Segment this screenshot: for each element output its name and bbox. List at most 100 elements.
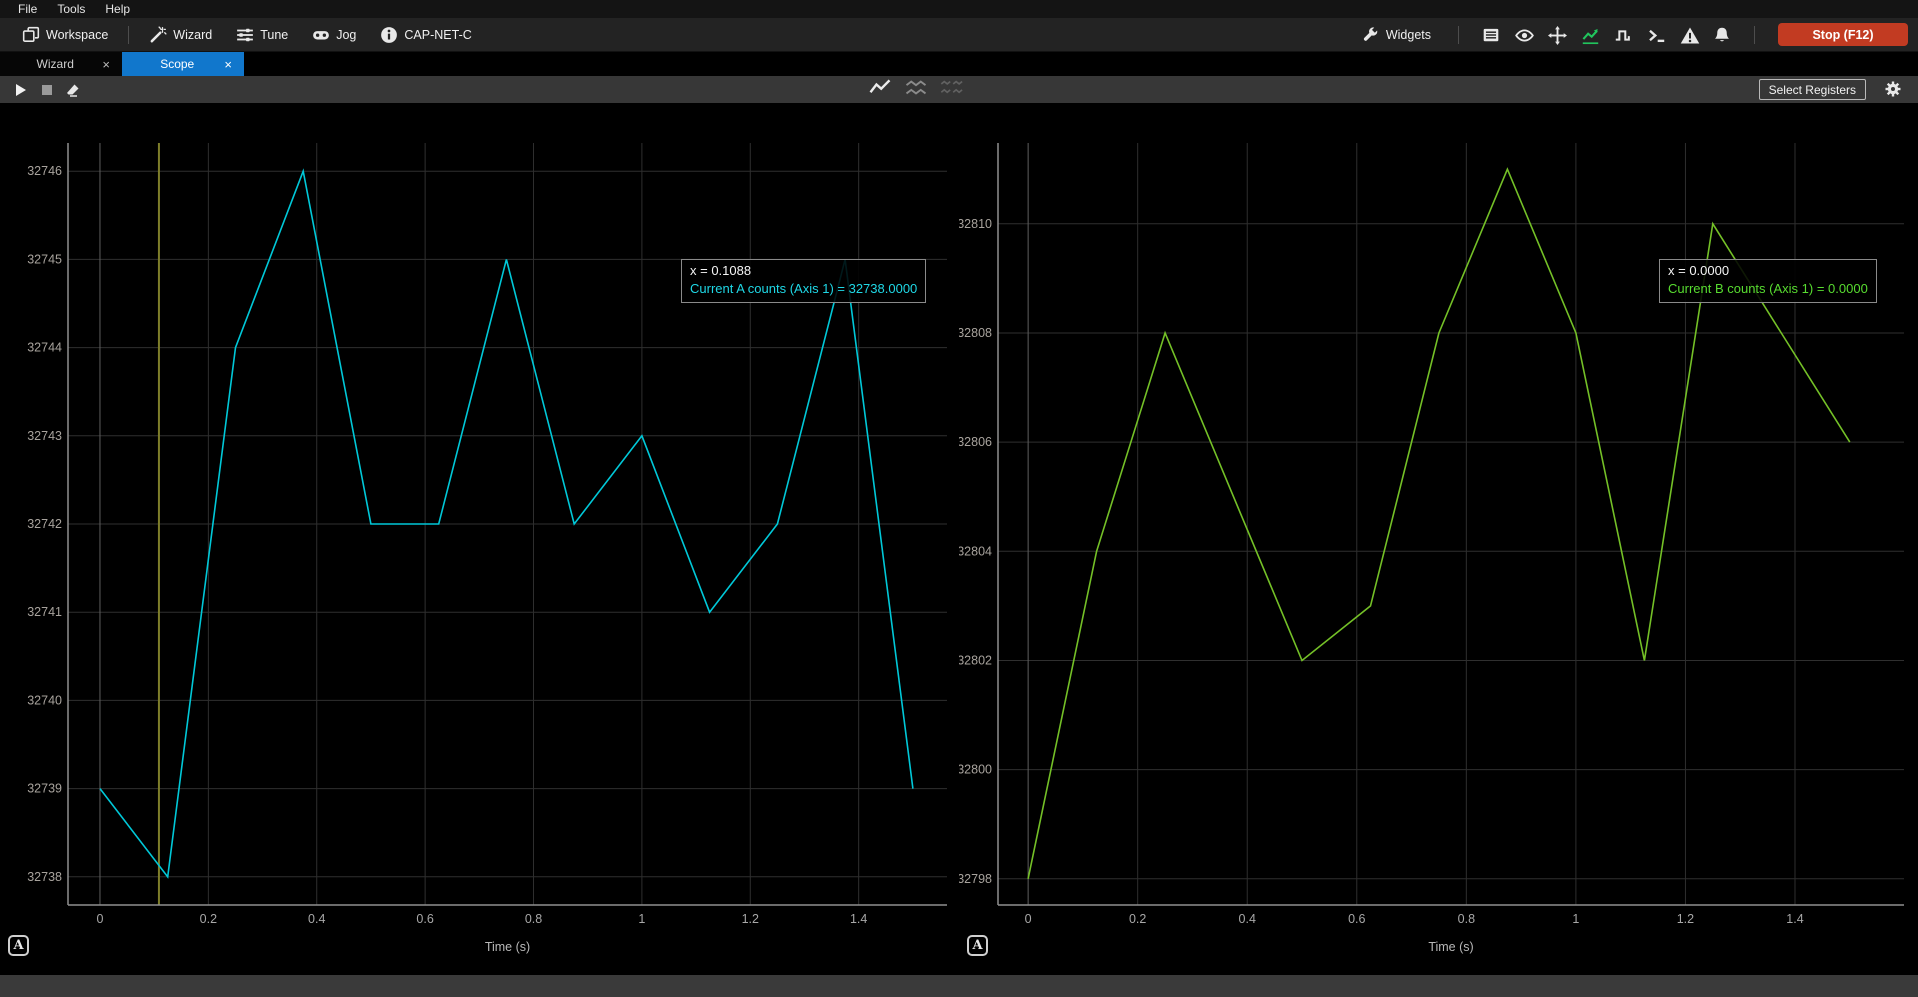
tooltip-series-value: Current A counts (Axis 1) = 32738.0000 <box>690 280 917 298</box>
toolbar-separator <box>1754 26 1755 44</box>
tooltip-current-a: x = 0.1088 Current A counts (Axis 1) = 3… <box>681 259 926 303</box>
layout-two-charts-button[interactable] <box>904 78 928 102</box>
autoscale-button-b[interactable]: A <box>967 935 988 956</box>
svg-text:Time (s): Time (s) <box>1428 940 1473 954</box>
svg-text:32800: 32800 <box>959 763 992 777</box>
workspace-button[interactable]: Workspace <box>10 18 120 51</box>
chart-current-b[interactable]: 3279832800328023280432806328083281000.20… <box>959 103 1918 975</box>
svg-text:32744: 32744 <box>27 341 62 355</box>
svg-text:Time (s): Time (s) <box>485 940 530 954</box>
widgets-label: Widgets <box>1386 28 1431 42</box>
select-registers-button[interactable]: Select Registers <box>1759 79 1866 100</box>
svg-text:0.2: 0.2 <box>200 912 217 926</box>
svg-text:32808: 32808 <box>959 326 992 340</box>
tune-button[interactable]: Tune <box>224 18 300 51</box>
menu-bar: File Tools Help <box>0 0 1918 18</box>
bell-icon[interactable] <box>1713 26 1731 44</box>
svg-text:32739: 32739 <box>27 782 62 796</box>
svg-text:32746: 32746 <box>27 164 62 178</box>
layout-four-charts-button[interactable] <box>940 78 964 102</box>
wizard-label: Wizard <box>173 28 212 42</box>
device-button[interactable]: CAP-NET-C <box>368 18 483 51</box>
tooltip-current-b: x = 0.0000 Current B counts (Axis 1) = 0… <box>1659 259 1877 303</box>
workspace-icon <box>22 26 40 44</box>
wizard-button[interactable]: Wizard <box>137 18 224 51</box>
tooltip-x-value: x = 0.0000 <box>1668 262 1868 280</box>
svg-text:32804: 32804 <box>959 544 992 558</box>
svg-text:32738: 32738 <box>27 870 62 884</box>
info-icon <box>380 26 398 44</box>
svg-text:0: 0 <box>1025 912 1032 926</box>
menu-tools[interactable]: Tools <box>47 2 95 16</box>
svg-text:32810: 32810 <box>959 217 992 231</box>
main-toolbar: Workspace Wizard Tune Jog CAP-NET-C Widg… <box>0 18 1918 52</box>
tab-wizard-label: Wizard <box>10 57 100 71</box>
svg-text:32745: 32745 <box>27 252 62 266</box>
svg-text:0.8: 0.8 <box>525 912 542 926</box>
svg-text:0: 0 <box>96 912 103 926</box>
svg-text:1.2: 1.2 <box>742 912 759 926</box>
svg-text:1.2: 1.2 <box>1677 912 1694 926</box>
jog-label: Jog <box>336 28 356 42</box>
eraser-icon <box>65 82 81 98</box>
gear-icon <box>1884 80 1902 98</box>
wrench-icon <box>1362 26 1380 44</box>
clear-button[interactable] <box>60 79 86 101</box>
svg-text:0.6: 0.6 <box>416 912 433 926</box>
chart-current-b-plot[interactable]: 3279832800328023280432806328083281000.20… <box>959 103 1918 975</box>
list-icon[interactable] <box>1482 26 1500 44</box>
tab-wizard[interactable]: Wizard × <box>0 52 122 76</box>
status-bar <box>0 975 1918 997</box>
toolbar-separator <box>128 26 129 44</box>
svg-text:0.8: 0.8 <box>1458 912 1475 926</box>
device-label: CAP-NET-C <box>404 28 471 42</box>
tab-wizard-close-icon[interactable]: × <box>100 58 112 71</box>
svg-text:0.6: 0.6 <box>1348 912 1365 926</box>
tooltip-x-value: x = 0.1088 <box>690 262 917 280</box>
move-icon[interactable] <box>1548 26 1566 44</box>
svg-text:32798: 32798 <box>959 872 992 886</box>
stop-icon <box>40 83 54 97</box>
tooltip-series-value: Current B counts (Axis 1) = 0.0000 <box>1668 280 1868 298</box>
eye-icon[interactable] <box>1515 26 1533 44</box>
square-wave-icon[interactable] <box>1614 26 1632 44</box>
svg-text:0.2: 0.2 <box>1129 912 1146 926</box>
settings-button[interactable] <box>1884 80 1902 103</box>
menu-help[interactable]: Help <box>95 2 140 16</box>
wand-icon <box>149 26 167 44</box>
play-button[interactable] <box>8 79 34 101</box>
menu-file[interactable]: File <box>8 2 47 16</box>
stop-button[interactable]: Stop (F12) <box>1778 23 1908 46</box>
toolbar-separator <box>1458 26 1459 44</box>
warning-icon[interactable] <box>1680 26 1698 44</box>
svg-text:0.4: 0.4 <box>1239 912 1256 926</box>
svg-text:32741: 32741 <box>27 605 62 619</box>
line-chart-icon[interactable] <box>1581 26 1599 44</box>
svg-text:32742: 32742 <box>27 517 62 531</box>
svg-text:32802: 32802 <box>959 653 992 667</box>
svg-text:1: 1 <box>1572 912 1579 926</box>
widgets-button[interactable]: Widgets <box>1358 26 1435 44</box>
svg-text:1: 1 <box>638 912 645 926</box>
gamepad-icon <box>312 26 330 44</box>
svg-text:32743: 32743 <box>27 429 62 443</box>
chart-current-a-plot[interactable]: 32738 32739 32740 32741 32742 32743 32744 32745… <box>0 103 959 975</box>
svg-text:0.4: 0.4 <box>308 912 325 926</box>
autoscale-button-a[interactable]: A <box>8 935 29 956</box>
tune-label: Tune <box>260 28 288 42</box>
scope-toolbar: Select Registers <box>0 76 1918 103</box>
stop-capture-button[interactable] <box>34 79 60 101</box>
tab-bar: Wizard × Scope × <box>0 52 1918 76</box>
svg-text:1.4: 1.4 <box>850 912 867 926</box>
scope-charts-area: 32738 32739 32740 32741 32742 32743 32744 32745… <box>0 103 1918 975</box>
tab-scope-close-icon[interactable]: × <box>222 58 234 71</box>
tab-scope-label: Scope <box>132 57 222 71</box>
svg-text:1.4: 1.4 <box>1786 912 1803 926</box>
tab-scope[interactable]: Scope × <box>122 52 244 76</box>
svg-text:32740: 32740 <box>27 693 62 707</box>
terminal-icon[interactable] <box>1647 26 1665 44</box>
chart-current-a[interactable]: 32738 32739 32740 32741 32742 32743 32744 32745… <box>0 103 959 975</box>
layout-one-chart-button[interactable] <box>868 78 892 102</box>
jog-button[interactable]: Jog <box>300 18 368 51</box>
play-icon <box>14 83 28 97</box>
